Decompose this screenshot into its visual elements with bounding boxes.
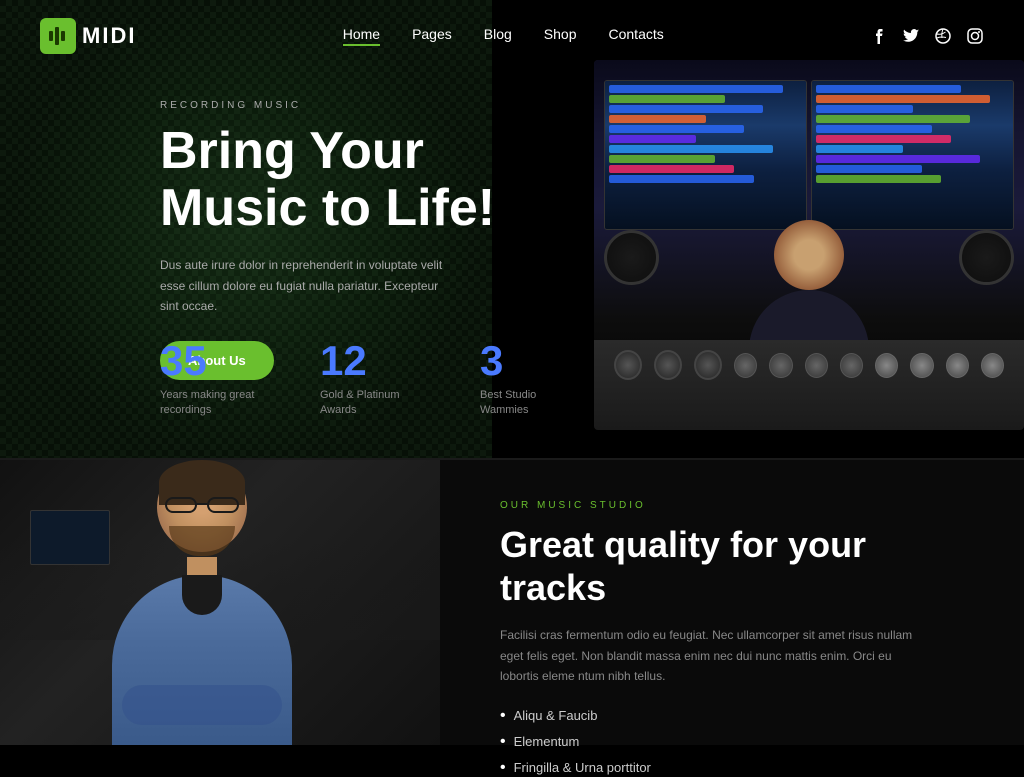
studio-inner (594, 60, 1024, 430)
stat-wammies-label: Best Studio Wammies (480, 388, 580, 419)
daw-screen-right (812, 81, 1013, 229)
feature-item-2: Elementum (500, 733, 964, 751)
nav-blog[interactable]: Blog (484, 26, 512, 46)
nav-contacts[interactable]: Contacts (609, 26, 664, 46)
monitor-right (811, 80, 1014, 230)
hero-description: Dus aute irure dolor in reprehenderit in… (160, 255, 460, 316)
monitors (604, 80, 1014, 230)
stat-awards-number: 12 (320, 340, 420, 382)
stat-awards: 12 Gold & Platinum Awards (320, 340, 420, 419)
nav-links: Home Pages Blog Shop Contacts (343, 26, 664, 46)
social-links (870, 27, 984, 45)
person-head (147, 460, 257, 562)
dribbble-icon[interactable] (934, 27, 952, 45)
instagram-icon[interactable] (966, 27, 984, 45)
stat-wammies-number: 3 (480, 340, 580, 382)
stats-section: 35 Years making great recordings 12 Gold… (160, 340, 580, 419)
stat-awards-label: Gold & Platinum Awards (320, 388, 420, 419)
studio-section: OUR MUSIC STUDIO Great quality for your … (0, 460, 1024, 745)
glasses (165, 497, 239, 515)
twitter-icon[interactable] (902, 27, 920, 45)
mixing-console (594, 340, 1024, 430)
studio-tag: OUR MUSIC STUDIO (500, 500, 964, 511)
studio-feature-list: Aliqu & Faucib Elementum Fringilla & Urn… (500, 707, 964, 777)
stat-years-number: 35 (160, 340, 260, 382)
studio-image (594, 60, 1024, 430)
hero-tag: RECORDING MUSIC (160, 100, 540, 111)
stat-years-label: Years making great recordings (160, 388, 260, 419)
facebook-icon[interactable] (870, 27, 888, 45)
nav-shop[interactable]: Shop (544, 26, 577, 46)
brand-logo[interactable]: MIDI (40, 18, 136, 54)
hero-title: Bring Your Music to Life! (160, 123, 540, 237)
person-photo-inner (0, 460, 440, 745)
studio-title: Great quality for your tracks (500, 523, 964, 609)
speaker-right (959, 230, 1014, 285)
stat-wammies: 3 Best Studio Wammies (480, 340, 580, 419)
speaker-left (604, 230, 659, 285)
studio-description: Facilisi cras fermentum odio eu feugiat.… (500, 625, 920, 686)
stat-years: 35 Years making great recordings (160, 340, 260, 419)
monitor-left (604, 80, 807, 230)
bg-monitor (30, 510, 110, 565)
daw-screen-left (605, 81, 806, 229)
logo-icon (40, 18, 76, 54)
nav-pages[interactable]: Pages (412, 26, 452, 46)
studio-content: OUR MUSIC STUDIO Great quality for your … (440, 460, 1024, 745)
nav-home[interactable]: Home (343, 26, 380, 46)
person-photo (0, 460, 440, 745)
feature-item-1: Aliqu & Faucib (500, 707, 964, 725)
navigation: MIDI Home Pages Blog Shop Contacts (0, 0, 1024, 72)
person-figure (112, 460, 292, 745)
feature-item-3: Fringilla & Urna porttitor (500, 759, 964, 777)
